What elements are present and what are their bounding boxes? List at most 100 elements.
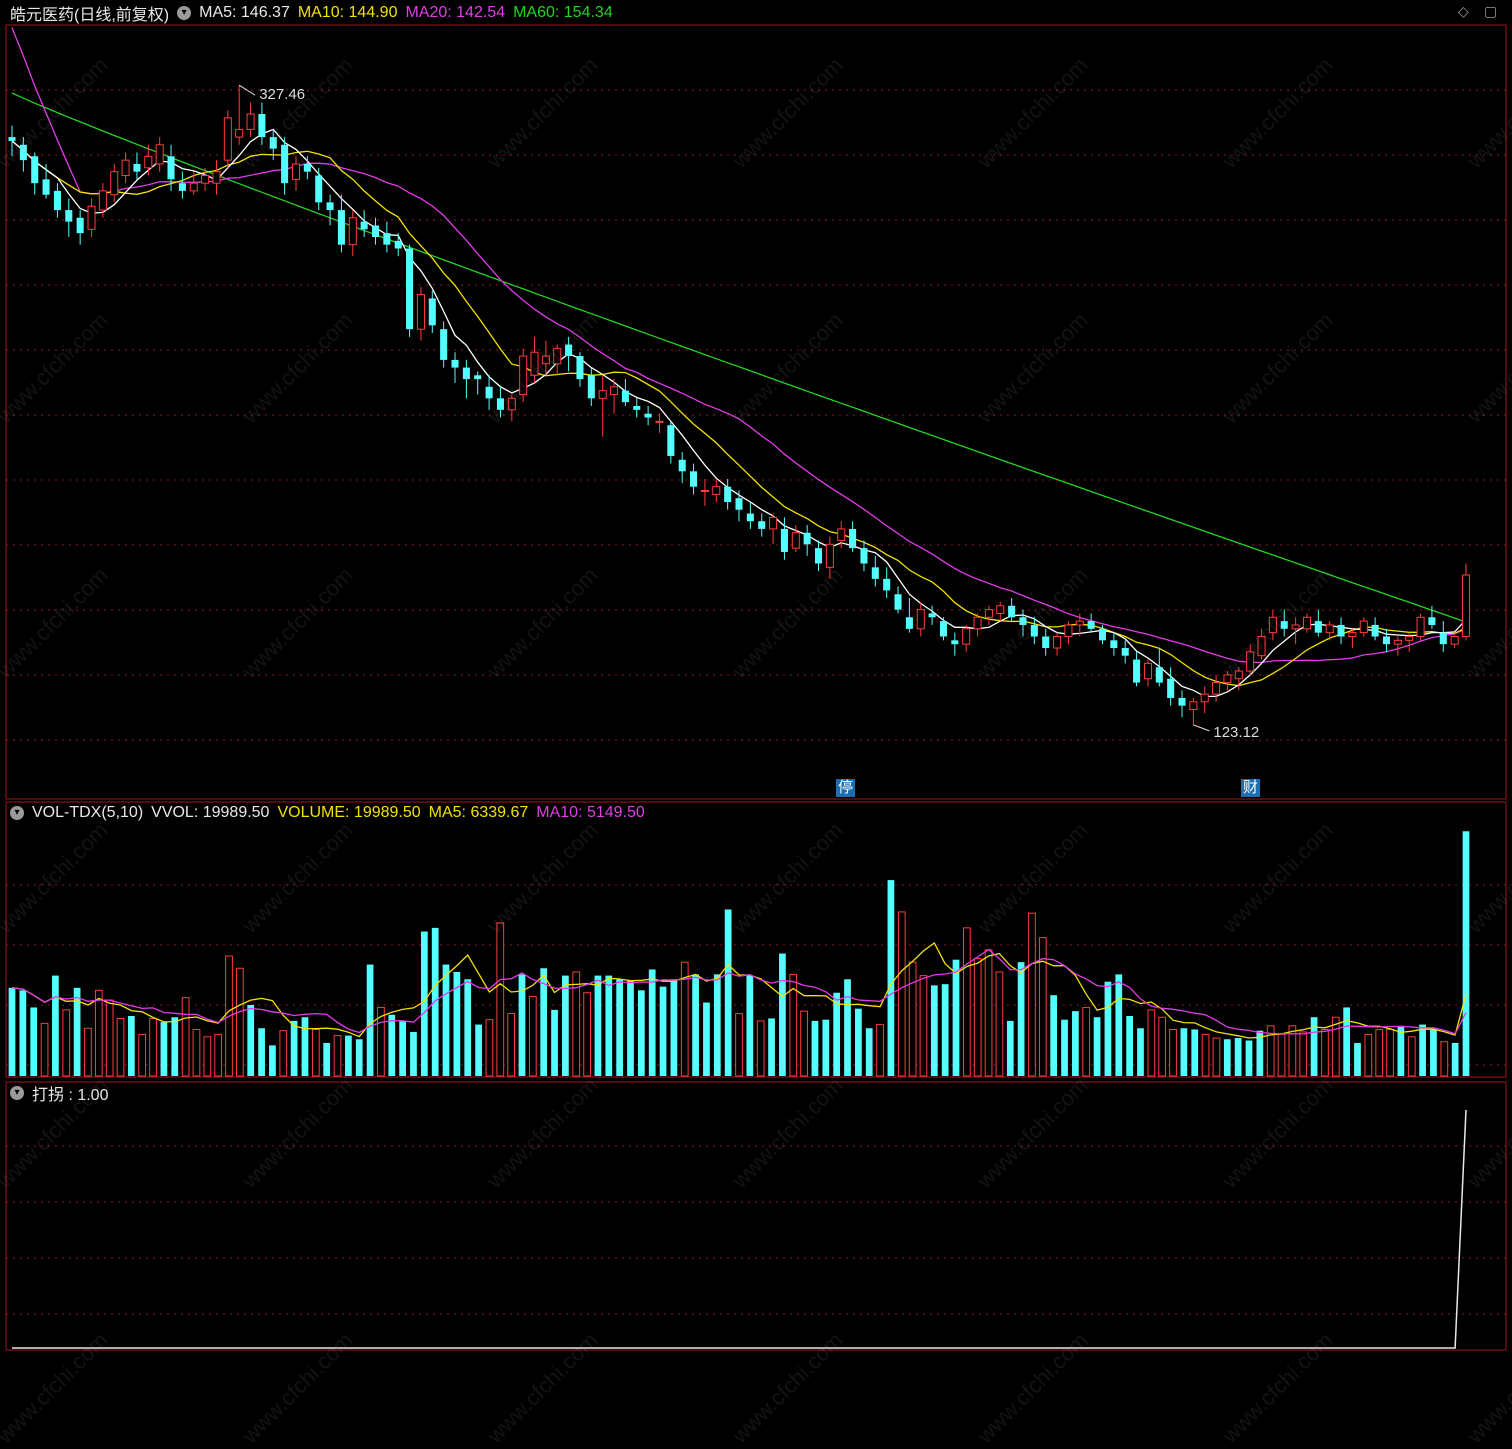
candle-body-down [1042, 636, 1050, 649]
volume-bar-down [1093, 1017, 1101, 1076]
candle-body-up [1053, 635, 1062, 649]
candle-body-down [565, 344, 573, 357]
volume-bar-up [800, 1010, 808, 1077]
candle-body-down [690, 471, 698, 487]
volume-bar-up [496, 922, 505, 1077]
candle-body-up [291, 163, 301, 180]
volume-bar-down [8, 987, 16, 1076]
volume-bar-down [1419, 1024, 1426, 1076]
candle-body-down [76, 217, 84, 234]
candle-body-down [678, 459, 686, 472]
candle-body-up [1450, 635, 1459, 645]
volume-bar-down [659, 986, 667, 1076]
candle-body-down [371, 225, 380, 237]
volume-bar-down [941, 984, 949, 1076]
volume-bar-down [1180, 1028, 1188, 1076]
candle-body-down [1439, 632, 1447, 645]
ma60-label: MA60: 154.34 [513, 4, 613, 21]
candle-body-down [1110, 640, 1118, 649]
low-label: 123.12 [1213, 724, 1259, 741]
volume-bar-down [1354, 1042, 1361, 1076]
candle-body-up [155, 144, 164, 165]
ma20-label: MA20: 142.54 [405, 4, 506, 21]
volume-bar-down [1310, 1017, 1318, 1076]
volume-bar-down [290, 1020, 298, 1076]
candle-body-down [1382, 636, 1391, 645]
price-header: 皓元医药(日线,前复权) ▾ MA5: 146.37 MA10: 144.90 … [10, 2, 613, 24]
candle-body-up [598, 390, 607, 399]
candle-body-up [519, 355, 528, 395]
volume-bar-up [507, 1013, 515, 1077]
candle-body-up [1359, 620, 1368, 634]
candle-body-down [576, 356, 584, 380]
volume-bar-down [19, 990, 27, 1076]
candle-body-down [905, 617, 913, 629]
candle-body-down [1314, 621, 1322, 633]
candle-body-down [326, 202, 334, 211]
volume-bar-down [30, 1007, 38, 1076]
stock-title: 皓元医药(日线,前复权) [10, 7, 170, 24]
candle-body-down [894, 594, 902, 610]
volume-bar-up [528, 995, 537, 1077]
candle-body-up [700, 490, 709, 493]
chevron-down-icon[interactable]: ▾ [177, 6, 192, 20]
volume-bar-up [214, 1033, 223, 1077]
indicator-panel[interactable]: ▾ 打拐 : 1.00 [0, 1080, 1512, 1352]
volume-bar-down [1343, 1007, 1351, 1076]
candle-body-up [825, 543, 834, 568]
candle-body-up [144, 155, 153, 169]
candle-body-down [360, 221, 368, 230]
candle-body-up [962, 628, 971, 645]
candle-body-up [1223, 674, 1232, 684]
volume-bar-down [1072, 1011, 1079, 1076]
volume-bar-up [919, 975, 928, 1077]
candle-body-up [1302, 616, 1311, 630]
candle-body-up [973, 616, 982, 630]
volume-bar-up [1082, 1006, 1091, 1077]
candle-body-down [860, 548, 868, 564]
volume-bar-down [258, 1028, 265, 1076]
candle-body-down [1167, 678, 1175, 698]
ma5-label: MA5: 146.37 [199, 4, 290, 21]
volume-bar-down [822, 1019, 830, 1076]
volume-panel[interactable]: ▾ VOL-TDX(5,10) VVOL: 19989.50 VOLUME: 1… [0, 800, 1512, 1080]
finance-tag[interactable]: 财 [1241, 779, 1261, 797]
volume-bar-down [420, 931, 428, 1076]
volume-bar-up [1169, 1028, 1177, 1077]
volume-bar-down [713, 974, 721, 1076]
candle-body-down [1030, 624, 1038, 637]
candle-body-down [849, 528, 857, 549]
candle-body-down [587, 375, 595, 399]
volume-bar-down [627, 980, 634, 1076]
maximize-icon[interactable]: ▢ [1484, 3, 1497, 20]
candle-body-down [485, 386, 493, 399]
volume-bar-down [930, 985, 938, 1076]
candle-body-down [337, 210, 345, 245]
candle-body-up [110, 171, 119, 196]
volume-bar-down [1061, 1019, 1068, 1076]
candle-body-down [406, 248, 414, 330]
volume-bar-down [844, 979, 851, 1076]
volume-bar-up [40, 1022, 49, 1077]
ma10-label: MA10: 144.90 [297, 4, 398, 21]
chevron-down-icon[interactable]: ▾ [10, 806, 24, 820]
candle-body-up [1064, 624, 1073, 637]
candle-body-down [383, 233, 391, 245]
candle-body-up [1246, 651, 1255, 672]
candle-body-down [303, 163, 311, 172]
candle-body-up [916, 609, 925, 630]
volume-bar-down [323, 1042, 331, 1076]
candle-body-up [189, 182, 198, 192]
candle-body-up [1200, 693, 1209, 703]
volume-bar-down [887, 880, 895, 1076]
volume-bar-down [410, 1031, 417, 1076]
candle-body-up [223, 117, 232, 161]
volume-bar-up [1212, 1037, 1221, 1077]
volume-bar-down [854, 1008, 862, 1076]
chevron-down-icon[interactable]: ▾ [10, 1086, 24, 1100]
diamond-icon[interactable]: ◇ [1458, 3, 1469, 20]
volume-bar-down [171, 1017, 179, 1076]
price-panel[interactable]: 327.46 123.12 皓元医药(日线,前复权) ▾ MA5: 146.37 … [0, 0, 1512, 800]
candle-body-up [121, 159, 130, 177]
suspend-tag[interactable]: 停 [836, 779, 856, 797]
